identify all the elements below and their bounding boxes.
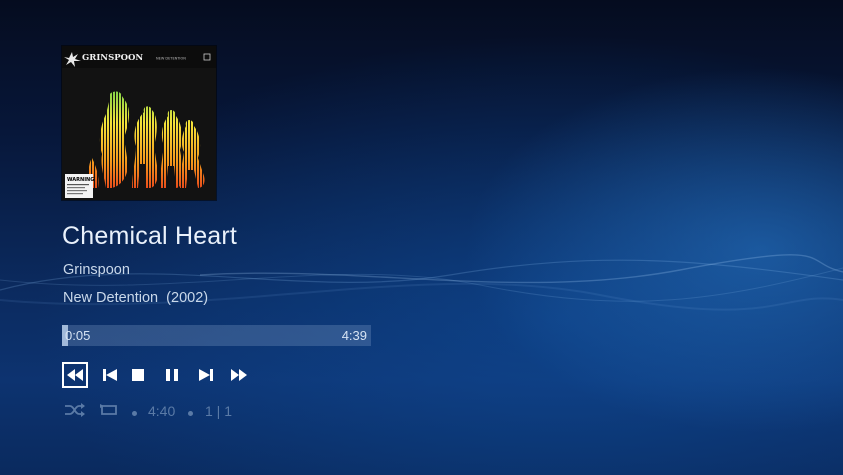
cover-warning-sticker: WARNING: [67, 177, 94, 183]
total-duration: 4:40: [148, 403, 176, 419]
shuffle-icon: [65, 403, 85, 417]
album-cover: GRINSPOON NEW DETENTION WARNING: [62, 46, 216, 200]
shuffle-button[interactable]: [64, 403, 86, 420]
previous-track-button[interactable]: [97, 362, 123, 388]
repeat-icon: [100, 404, 117, 415]
time-total: 4:39: [341, 328, 367, 343]
skip-next-icon: [199, 369, 213, 381]
stop-icon: [132, 369, 144, 381]
track-position: 1 | 1: [205, 403, 232, 419]
fast-forward-button[interactable]: [226, 362, 252, 388]
fast-forward-icon: [231, 369, 247, 381]
separator-dot: [132, 411, 137, 416]
time-elapsed: 0:05: [65, 328, 91, 343]
track-title: Chemical Heart: [62, 222, 238, 250]
rewind-icon: [67, 369, 83, 381]
album-year: (2002): [166, 290, 209, 306]
repeat-button[interactable]: [98, 403, 120, 420]
cover-album-text: NEW DETENTION: [156, 57, 186, 61]
stop-button[interactable]: [125, 362, 151, 388]
rewind-button[interactable]: [62, 362, 88, 388]
album-info[interactable]: New Detention (2002): [63, 290, 208, 306]
skip-previous-icon: [103, 369, 117, 381]
pause-icon: [166, 369, 178, 381]
cover-band-logo: GRINSPOON: [82, 53, 143, 63]
pause-button[interactable]: [159, 362, 185, 388]
seek-bar[interactable]: 0:05 4:39: [62, 325, 371, 346]
separator-dot: [188, 411, 193, 416]
next-track-button[interactable]: [193, 362, 219, 388]
album-name[interactable]: New Detention: [63, 290, 158, 306]
artist-name[interactable]: Grinspoon: [63, 262, 130, 278]
